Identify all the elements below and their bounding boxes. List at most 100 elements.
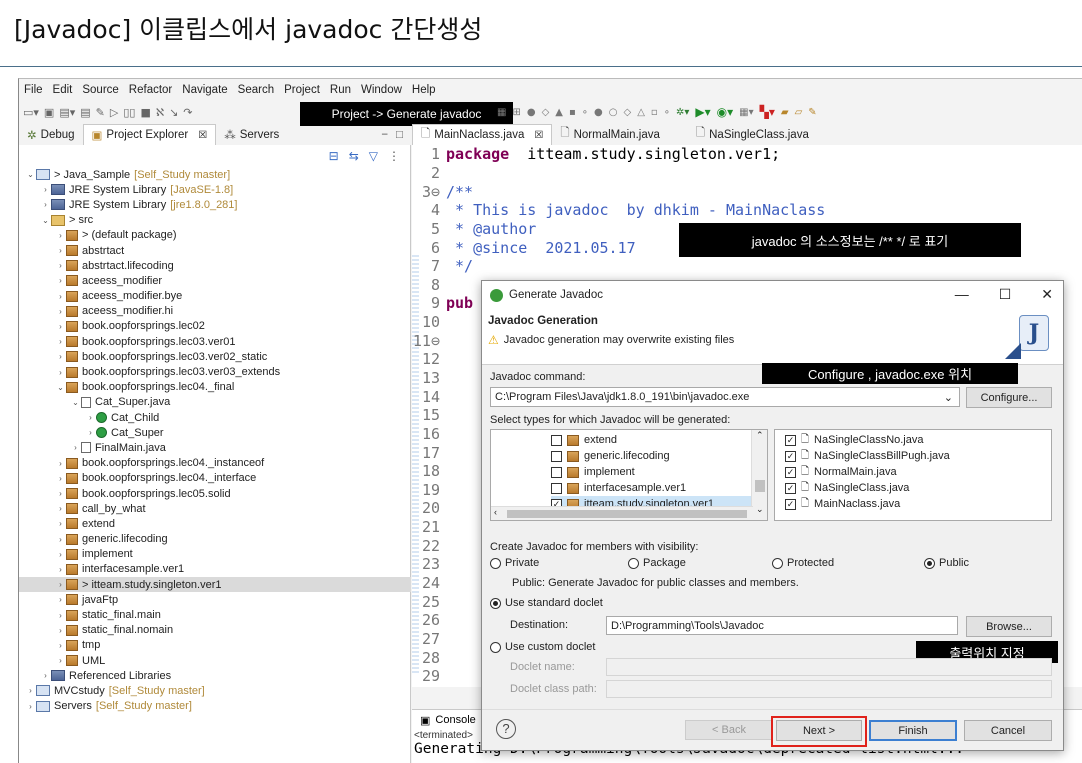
package-item[interactable]: generic.lifecoding [551,448,767,464]
tree-item[interactable]: › book.oopforsprings.lec04._interface [19,471,411,486]
terminal-icon[interactable]: ▤ [80,106,90,119]
close-icon[interactable]: ☒ [534,130,543,141]
javadoc-command-select[interactable]: C:\Program Files\Java\jdk1.8.0_191\bin\j… [490,387,960,407]
open-type-icon[interactable]: ▰ [781,107,789,118]
chevron-right-icon[interactable]: › [55,656,66,665]
standard-radio[interactable] [490,597,501,609]
checkbox[interactable] [551,450,562,462]
chevron-right-icon[interactable]: › [55,322,66,331]
chevron-right-icon[interactable]: › [40,185,51,194]
hscroll-thumb[interactable] [507,510,747,518]
search-icon[interactable]: ✎ [96,106,105,119]
chevron-right-icon[interactable]: › [55,550,66,559]
chevron-right-icon[interactable]: › [55,337,66,346]
tree-item[interactable]: › book.oopforsprings.lec04._instanceof [19,456,411,471]
chevron-right-icon[interactable]: › [85,428,96,437]
chevron-right-icon[interactable]: › [55,489,66,498]
skip-icon[interactable]: ▷ [110,106,118,119]
checkbox[interactable] [551,466,562,478]
destination-input[interactable]: D:\Programming\Tools\Javadoc [606,616,958,635]
visibility-protected[interactable]: Protected [772,557,834,569]
checkbox[interactable]: ✓ [785,498,796,510]
chevron-right-icon[interactable]: › [70,443,81,452]
menu-edit[interactable]: Edit [48,84,78,96]
coverage-icon[interactable]: ◉▾ [717,105,734,119]
minimize-icon[interactable]: — [955,286,969,303]
tree-item[interactable]: › aceess_modifier [19,273,411,288]
tree-item[interactable]: › Servers [Self_Study master] [19,699,411,714]
cancel-button[interactable]: Cancel [964,720,1052,741]
checkbox[interactable] [551,434,562,446]
tool-square-icon[interactable]: ▪ [569,107,576,118]
chevron-down-icon[interactable]: ⌄ [25,170,36,179]
chevron-up-icon[interactable]: ⌃ [756,430,764,441]
tree-item[interactable]: › extend [19,516,411,531]
file-item[interactable]: ✓ 🗋 NormalMain.java [785,464,1051,480]
tree-item[interactable]: › Cat_Super [19,425,411,440]
tree-item[interactable]: › abstrtact.lifecoding [19,258,411,273]
chevron-right-icon[interactable]: › [55,641,66,650]
tree-item[interactable]: › > itteam.study.singleton.ver1 [19,577,411,593]
menu-source[interactable]: Source [77,84,123,96]
file-item[interactable]: ✓ 🗋 NaSingleClass.java [785,480,1051,496]
tab-debug[interactable]: ✲ Debug [19,124,83,145]
custom-radio[interactable] [490,641,501,653]
chevron-left-icon[interactable]: ‹ [494,507,497,517]
chevron-right-icon[interactable]: › [55,246,66,255]
layout-icon[interactable]: ▦ [497,107,506,118]
tool-diamond2-icon[interactable]: ◇ [624,107,632,118]
package-list[interactable]: extend generic.lifecoding implement interfa… [490,429,768,521]
tree-item[interactable]: › aceess_modifier.hi [19,304,411,319]
checkbox[interactable]: ✓ [785,450,796,462]
menu-search[interactable]: Search [233,84,279,96]
file-item[interactable]: ✓ 🗋 NaSingleClassNo.java [785,432,1051,448]
tree-item[interactable]: › aceess_modifier.bye [19,289,411,304]
menu-project[interactable]: Project [279,84,325,96]
tool-triangle-icon[interactable]: ▲ [555,107,563,118]
tree-item[interactable]: ⌄ book.oopforsprings.lec04._final [19,380,411,395]
tab-nasingleclass[interactable]: 🗋 NaSingleClass.java [688,124,817,145]
tree-item[interactable]: › > (default package) [19,228,411,243]
help-icon[interactable]: ? [496,719,516,739]
chevron-right-icon[interactable]: › [55,595,66,604]
browse-button[interactable]: Browse... [966,616,1052,637]
scroll-thumb[interactable] [755,480,765,492]
minimize-icon[interactable]: − [381,129,388,141]
tree-item[interactable]: › abstrtact [19,243,411,258]
chevron-right-icon[interactable]: › [55,231,66,240]
chevron-down-icon[interactable]: ⌄ [756,504,764,515]
run-icon[interactable]: ▶▾ [695,105,710,119]
file-item[interactable]: ✓ 🗋 NaSingleClassBillPugh.java [785,448,1051,464]
collapse-all-icon[interactable]: ⊟ [329,149,339,163]
tree-item[interactable]: › UML [19,653,411,668]
tool-diamond-icon[interactable]: ◇ [542,107,550,118]
tool-dot-icon[interactable]: ● [527,107,536,118]
tool-circle-icon[interactable]: ○ [609,107,618,118]
tree-item[interactable]: › interfacesample.ver1 [19,562,411,577]
tree-item[interactable]: ⌄ > Java_Sample [Self_Study master] [19,167,411,182]
tree-item[interactable]: › MVCstudy [Self_Study master] [19,683,411,698]
menu-refactor[interactable]: Refactor [124,84,177,96]
checkbox[interactable]: ✓ [785,434,796,446]
tree-item[interactable]: › javaFtp [19,592,411,607]
debug-icon[interactable]: ✲▾ [676,107,689,118]
tool-dot2-icon[interactable]: ● [594,107,603,118]
tree-icon[interactable]: ⊞ [512,107,520,118]
step-into-icon[interactable]: ↘ [169,106,178,119]
external-tools-icon[interactable]: ▦▾ [739,107,753,118]
tab-mainnaclass[interactable]: 🗋 MainNaclass.java ☒ [412,124,553,145]
tab-servers[interactable]: ⁂ Servers [216,124,287,145]
file-item[interactable]: ✓ 🗋 MainNaclass.java [785,496,1051,512]
new-server-icon[interactable]: ▚▾ [760,105,775,119]
disconnect-icon[interactable]: ℵ [156,106,164,119]
maximize-icon[interactable]: □ [396,129,403,141]
private-radio[interactable] [490,557,501,569]
chevron-right-icon[interactable]: › [55,504,66,513]
chevron-right-icon[interactable]: › [55,368,66,377]
configure-button[interactable]: Configure... [966,387,1052,408]
tab-normalmain[interactable]: 🗋 NormalMain.java [552,124,668,145]
save-icon[interactable]: ▣ [44,106,54,119]
chevron-right-icon[interactable]: › [55,611,66,620]
use-custom-doclet[interactable]: Use custom doclet [490,641,595,653]
step-over-icon[interactable]: ↷ [183,106,192,119]
